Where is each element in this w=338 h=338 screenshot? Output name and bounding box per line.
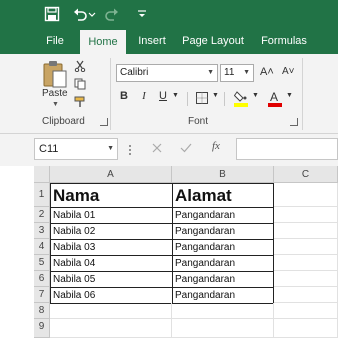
font-color-dropdown-icon[interactable]: ▼	[286, 92, 293, 99]
table-cell[interactable]: Pangandaran	[172, 287, 274, 304]
font-dialog-launcher[interactable]	[290, 118, 298, 126]
chevron-down-icon: ▼	[243, 69, 250, 76]
select-all-corner[interactable]	[34, 166, 50, 183]
cut-icon[interactable]	[74, 60, 86, 72]
copy-icon[interactable]	[74, 78, 86, 90]
divider	[187, 92, 188, 106]
table-cell[interactable]: Pangandaran	[172, 271, 274, 288]
redo-icon[interactable]	[104, 6, 120, 22]
empty-cell[interactable]	[274, 239, 338, 255]
more-icon[interactable]	[128, 144, 132, 156]
tab-home[interactable]: Home	[80, 30, 126, 54]
table-cell[interactable]: Nabila 05	[50, 271, 173, 288]
column-header-b[interactable]: B	[172, 166, 274, 183]
empty-cell[interactable]	[172, 319, 274, 338]
formula-bar: C11 ▼ fx	[0, 134, 338, 166]
empty-cell[interactable]	[50, 319, 172, 338]
row-header[interactable]: 3	[34, 223, 50, 239]
borders-icon[interactable]	[196, 92, 208, 104]
tab-file[interactable]: File	[38, 28, 72, 54]
fill-color-icon[interactable]	[234, 89, 248, 107]
svg-text:A: A	[270, 90, 278, 104]
increase-font-size-button[interactable]: A˄	[260, 66, 274, 78]
divider	[224, 92, 225, 106]
empty-cell[interactable]	[172, 303, 274, 319]
row-header[interactable]: 6	[34, 271, 50, 287]
row-header[interactable]: 8	[34, 303, 50, 319]
font-group-label: Font	[188, 116, 209, 127]
decrease-font-size-button[interactable]: A˅	[282, 66, 295, 77]
table-cell[interactable]: Nabila 03	[50, 239, 173, 256]
cancel-icon[interactable]	[152, 143, 162, 153]
title-bar	[0, 0, 338, 28]
cell-a1[interactable]: Nama	[50, 183, 173, 208]
table-cell[interactable]: Pangandaran	[172, 239, 274, 256]
paste-label[interactable]: Paste	[42, 88, 68, 99]
ribbon: Paste ▼ Clipboard Calibri ▼ 11 ▼ A˄ A˅ B…	[0, 54, 338, 134]
empty-cell[interactable]	[274, 271, 338, 287]
font-color-icon[interactable]: A	[268, 89, 282, 107]
font-name-select[interactable]: Calibri ▼	[116, 64, 218, 82]
table-cell[interactable]: Nabila 01	[50, 207, 173, 224]
chevron-down-icon: ▼	[107, 145, 114, 152]
empty-cell[interactable]	[50, 303, 172, 319]
table-cell[interactable]: Pangandaran	[172, 207, 274, 224]
column-header-c[interactable]: C	[274, 166, 338, 183]
row-header[interactable]: 5	[34, 255, 50, 271]
worksheet-grid: A B C 1 2 3 4 5 6 7 8 9 Nama Alamat Nabi…	[0, 166, 338, 338]
cell-b1[interactable]: Alamat	[172, 183, 274, 208]
fill-color-dropdown-icon[interactable]: ▼	[252, 92, 259, 99]
empty-cell[interactable]	[274, 287, 338, 303]
font-size-select[interactable]: 11 ▼	[220, 64, 254, 82]
save-icon[interactable]	[44, 6, 60, 22]
row-header[interactable]: 1	[34, 183, 50, 207]
row-header[interactable]: 4	[34, 239, 50, 255]
formula-input[interactable]	[236, 138, 338, 160]
tab-page-layout[interactable]: Page Layout	[180, 28, 246, 54]
customize-qat-icon[interactable]	[137, 6, 147, 22]
underline-button[interactable]: U	[157, 90, 169, 102]
paste-dropdown-icon[interactable]: ▼	[52, 101, 59, 108]
clipboard-dialog-launcher[interactable]	[100, 118, 108, 126]
format-painter-icon[interactable]	[74, 96, 86, 108]
row-header[interactable]: 2	[34, 207, 50, 223]
row-header[interactable]: 7	[34, 287, 50, 303]
table-cell[interactable]: Pangandaran	[172, 255, 274, 272]
underline-dropdown-icon[interactable]: ▼	[172, 92, 179, 99]
empty-cell[interactable]	[274, 223, 338, 239]
group-separator	[302, 58, 303, 130]
name-box[interactable]: C11 ▼	[34, 138, 118, 160]
table-cell[interactable]: Pangandaran	[172, 223, 274, 240]
undo-dropdown-icon[interactable]	[88, 6, 96, 22]
enter-icon[interactable]	[180, 143, 192, 153]
column-header-a[interactable]: A	[50, 166, 172, 183]
undo-icon[interactable]	[72, 6, 88, 22]
borders-dropdown-icon[interactable]: ▼	[212, 92, 219, 99]
clipboard-group-label: Clipboard	[42, 116, 85, 127]
empty-cell[interactable]	[274, 303, 338, 319]
table-cell[interactable]: Nabila 06	[50, 287, 173, 304]
empty-cell[interactable]	[274, 319, 338, 338]
empty-cell[interactable]	[274, 255, 338, 271]
ribbon-tab-bar: File Home Insert Page Layout Formulas	[0, 28, 338, 54]
paste-icon[interactable]	[42, 58, 68, 90]
font-name-value: Calibri	[120, 67, 149, 78]
table-cell[interactable]: Nabila 02	[50, 223, 173, 240]
tab-insert[interactable]: Insert	[132, 28, 172, 54]
name-box-value: C11	[39, 143, 59, 155]
font-size-value: 11	[224, 67, 235, 78]
row-header[interactable]: 9	[34, 319, 50, 338]
tab-formulas[interactable]: Formulas	[256, 28, 312, 54]
bold-button[interactable]: B	[118, 90, 130, 102]
chevron-down-icon: ▼	[207, 69, 214, 76]
table-cell[interactable]: Nabila 04	[50, 255, 173, 272]
empty-cell[interactable]	[274, 207, 338, 223]
cell-c1[interactable]	[274, 183, 338, 207]
insert-function-icon[interactable]: fx	[212, 140, 220, 152]
italic-button[interactable]: I	[138, 90, 150, 102]
group-separator	[110, 58, 111, 130]
